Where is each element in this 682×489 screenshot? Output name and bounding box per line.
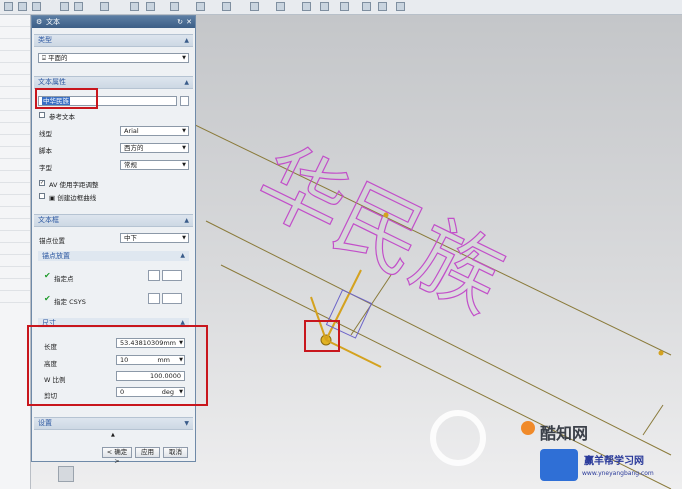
more-options-arrow-icon[interactable]: ▲ [111, 432, 115, 438]
toolbar-icon[interactable] [320, 2, 329, 11]
chevron-down-icon: ▼ [182, 145, 186, 151]
part-navigator-strip [0, 15, 31, 489]
toolbar-icon[interactable] [100, 2, 109, 11]
toolbar-icon[interactable] [18, 2, 27, 11]
toolbar-icon[interactable] [4, 2, 13, 11]
toolbar-icon[interactable] [32, 2, 41, 11]
point-type-dropdown[interactable] [162, 270, 182, 281]
toolbar-icon[interactable] [250, 2, 259, 11]
view-triad-icon [58, 466, 74, 482]
anchor-highlight-box [304, 320, 340, 352]
line-font-select[interactable]: Arial ▼ [120, 126, 189, 136]
chevron-up-icon: ▲ [180, 252, 185, 259]
chevron-up-icon: ▲ [184, 79, 189, 86]
section-text-frame[interactable]: 文本框 ▲ [34, 214, 193, 227]
chevron-down-icon: ▼ [182, 162, 186, 168]
csys-dialog-icon[interactable] [148, 293, 160, 304]
kerning-label: AV 使用字距调整 [49, 181, 99, 189]
toolbar-icon[interactable] [276, 2, 285, 11]
text-options-icon[interactable] [180, 96, 189, 106]
apply-button[interactable]: 应用 [135, 447, 160, 458]
toolbar-icon[interactable] [146, 2, 155, 11]
chevron-down-icon: ▼ [182, 128, 186, 134]
reset-icon[interactable]: ↻ [177, 16, 183, 28]
watermark-logo-icon [430, 410, 486, 466]
text-input-highlight-box [35, 88, 98, 109]
preview-text: 华民族 [242, 129, 518, 332]
site-name-watermark: 赢羊帮学习网 [584, 456, 644, 467]
reference-text-checkbox[interactable] [39, 112, 45, 118]
kerning-icon: AV [49, 181, 60, 189]
chevron-down-icon: ▼ [182, 55, 186, 61]
site-logo-icon [540, 449, 578, 481]
point-dialog-icon[interactable] [148, 270, 160, 281]
check-icon: ✔ [44, 271, 51, 280]
section-settings[interactable]: 设置 ▼ [34, 417, 193, 430]
frame-icon: ▣ [49, 194, 58, 202]
toolbar-icon[interactable] [130, 2, 139, 11]
gear-icon[interactable]: ⚙ [36, 16, 42, 28]
toolbar-icon[interactable] [378, 2, 387, 11]
toolbar-icon[interactable] [396, 2, 405, 11]
dialog-title: 文本 [46, 18, 60, 26]
anchor-position-select[interactable]: 中下 ▼ [120, 233, 189, 243]
line-font-label: 线型 [39, 130, 52, 138]
toolbar-icon[interactable] [222, 2, 231, 11]
toolbar-icon[interactable] [60, 2, 69, 11]
csys-type-dropdown[interactable] [162, 293, 182, 304]
script-select[interactable]: 西方的 ▼ [120, 143, 189, 153]
section-type[interactable]: 类型 ▲ [34, 34, 193, 47]
check-icon: ✔ [44, 294, 51, 303]
chevron-up-icon: ▲ [184, 217, 189, 224]
toolbar-icon[interactable] [74, 2, 83, 11]
chevron-down-icon: ▼ [184, 420, 189, 427]
style-select[interactable]: 常规 ▼ [120, 160, 189, 170]
frame-edge [642, 404, 664, 436]
toolbar-icon[interactable] [302, 2, 311, 11]
close-icon[interactable]: ✕ [186, 16, 192, 28]
specify-point-label: 指定点 [54, 275, 74, 283]
ok-button[interactable]: < 确定 > [102, 447, 132, 465]
toolbar-icon[interactable] [362, 2, 371, 11]
specify-csys-label: 指定 CSYS [54, 298, 86, 306]
brand-badge [521, 421, 535, 435]
dimensions-highlight-box [27, 325, 208, 406]
toolbar-icon[interactable] [196, 2, 205, 11]
site-url-watermark: www.yneyangbang.com [582, 470, 654, 477]
brand-watermark: 酷知网 [540, 424, 589, 443]
cancel-button[interactable]: 取消 [163, 447, 188, 458]
kerning-checkbox[interactable]: ✓ [39, 180, 45, 186]
type-select[interactable]: ⌹ 平面的 ▼ [38, 53, 189, 63]
outline-curve-label: ▣ 创建边框曲线 [49, 194, 97, 202]
dialog-titlebar: ⚙ 文本 ↻ ✕ [32, 16, 195, 28]
style-label: 字型 [39, 164, 52, 172]
outline-curve-checkbox[interactable] [39, 193, 45, 199]
reference-text-label: 参考文本 [49, 113, 75, 121]
handle-point[interactable] [658, 350, 664, 356]
toolbar-icon[interactable] [340, 2, 349, 11]
subsection-anchor-placement[interactable]: 锚点放置 ▲ [38, 251, 189, 261]
toolbar-icon[interactable] [170, 2, 179, 11]
top-toolbar [0, 0, 682, 15]
chevron-down-icon: ▼ [182, 235, 186, 241]
chevron-up-icon: ▲ [184, 37, 189, 44]
anchor-position-label: 锚点位置 [39, 237, 65, 245]
script-label: 脚本 [39, 147, 52, 155]
